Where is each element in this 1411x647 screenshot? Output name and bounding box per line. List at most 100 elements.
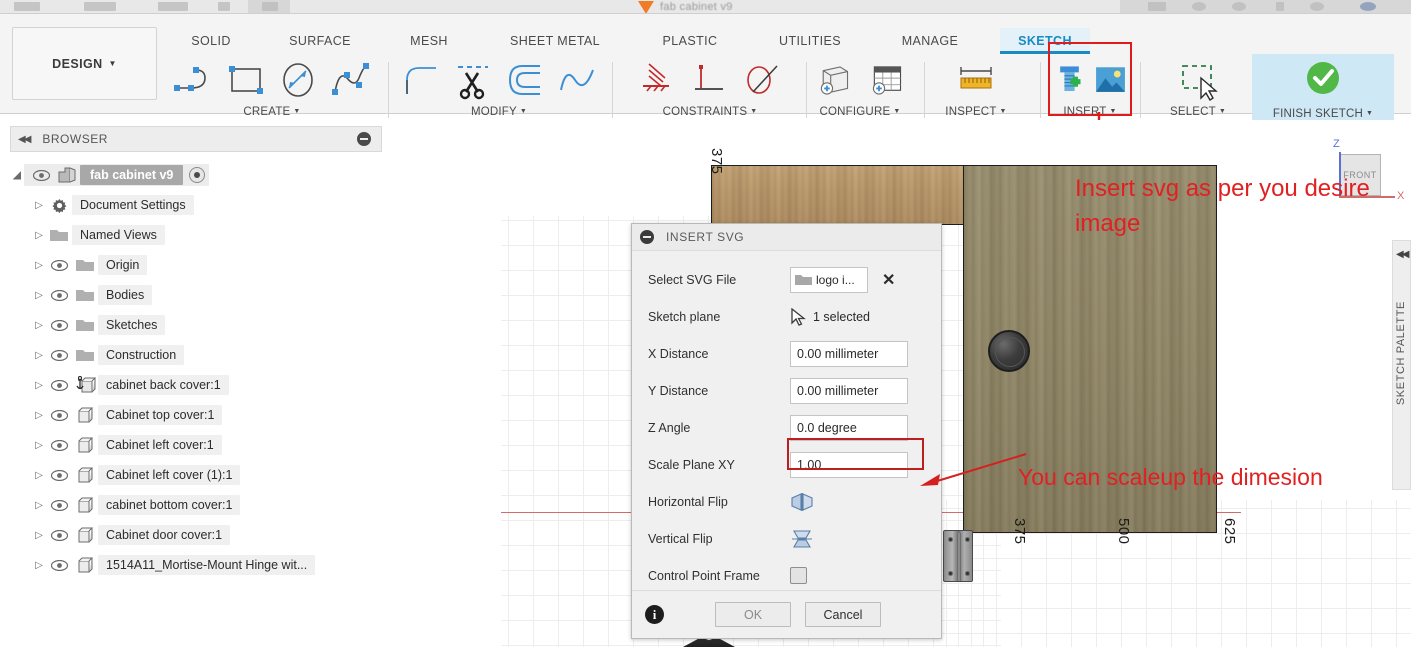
expand-arrow-icon[interactable]: ▷ bbox=[32, 320, 46, 331]
door-knob[interactable] bbox=[988, 330, 1030, 372]
ok-button[interactable]: OK bbox=[715, 602, 791, 627]
tree-item-mortise-mount-hinge[interactable]: ▷ 1514A11_Mortise-Mount Hinge wit... bbox=[10, 550, 382, 580]
select-svg-file-button[interactable]: logo i... bbox=[790, 266, 868, 293]
group-label-constraints[interactable]: CONSTRAINTS ▼ bbox=[620, 106, 800, 118]
circle-tool-icon[interactable] bbox=[275, 58, 321, 102]
scale-plane-xy-input[interactable]: 1.00 bbox=[790, 451, 908, 478]
expand-arrow-icon[interactable]: ▷ bbox=[32, 410, 46, 421]
tree-item-cabinet-left-cover[interactable]: ▷ Cabinet left cover:1 bbox=[10, 430, 382, 460]
expand-arrow-icon[interactable]: ▷ bbox=[32, 440, 46, 451]
expand-arrow-icon[interactable]: ▷ bbox=[32, 380, 46, 391]
trim-scissors-icon[interactable] bbox=[450, 58, 496, 102]
sketch-plane-selector[interactable]: 1 selected bbox=[790, 307, 870, 326]
visibility-eye-icon[interactable] bbox=[46, 259, 72, 271]
tree-item-cabinet-back-cover[interactable]: ▷ cabinet back cover:1 bbox=[10, 370, 382, 400]
expand-arrow-icon[interactable]: ▷ bbox=[32, 500, 46, 511]
expand-arrow-icon[interactable]: ▷ bbox=[32, 560, 46, 571]
tab-manage[interactable]: MANAGE bbox=[878, 28, 982, 54]
group-label-create[interactable]: CREATE ▼ bbox=[164, 106, 380, 118]
dimension-label-375: 375 bbox=[1011, 518, 1028, 545]
ribbon-group-finish-sketch[interactable]: FINISH SKETCH ▼ bbox=[1252, 54, 1394, 128]
constraint-tangent-icon[interactable] bbox=[739, 58, 785, 102]
insert-mcmaster-part-icon[interactable] bbox=[1050, 58, 1089, 102]
visibility-eye-icon[interactable] bbox=[46, 529, 72, 541]
group-label-finish-sketch[interactable]: FINISH SKETCH ▼ bbox=[1252, 108, 1394, 120]
line-tool-icon[interactable] bbox=[171, 58, 217, 102]
tree-item-named-views[interactable]: ▷ Named Views bbox=[10, 220, 382, 250]
group-label-configure[interactable]: CONFIGURE ▼ bbox=[812, 106, 908, 118]
vertical-flip-icon[interactable] bbox=[790, 529, 814, 549]
cabinet-top-cover-panel[interactable] bbox=[711, 165, 964, 225]
measure-ruler-icon[interactable] bbox=[953, 58, 999, 102]
tab-utilities[interactable]: UTILITIES bbox=[756, 28, 864, 54]
z-angle-input[interactable]: 0.0 degree bbox=[790, 414, 908, 441]
expand-arrow-icon[interactable]: ▷ bbox=[32, 470, 46, 481]
expand-arrow-icon[interactable]: ▷ bbox=[32, 260, 46, 271]
offset-tool-icon[interactable] bbox=[502, 58, 548, 102]
tree-item-cabinet-bottom-cover[interactable]: ▷ cabinet bottom cover:1 bbox=[10, 490, 382, 520]
tab-plastic[interactable]: PLASTIC bbox=[638, 28, 742, 54]
group-label-modify[interactable]: MODIFY ▼ bbox=[394, 106, 604, 118]
clear-file-icon[interactable]: ✕ bbox=[882, 270, 895, 290]
visibility-eye-icon[interactable] bbox=[28, 169, 54, 181]
spline-tool-icon[interactable] bbox=[327, 58, 373, 102]
collapse-browser-icon[interactable]: ◀◀ bbox=[18, 134, 31, 145]
visibility-eye-icon[interactable] bbox=[46, 319, 72, 331]
visibility-eye-icon[interactable] bbox=[46, 379, 72, 391]
select-window-icon[interactable] bbox=[1175, 58, 1221, 102]
group-label-select[interactable]: SELECT ▼ bbox=[1148, 106, 1248, 118]
tab-surface[interactable]: SURFACE bbox=[266, 28, 374, 54]
insert-image-icon[interactable] bbox=[1091, 58, 1130, 102]
insert-svg-dialog[interactable]: INSERT SVG Select SVG File logo i... ✕ S… bbox=[631, 223, 942, 639]
folder-icon bbox=[72, 318, 98, 332]
sketch-palette-rail[interactable]: ◀◀ SKETCH PALETTE bbox=[1392, 240, 1411, 490]
x-distance-input[interactable]: 0.00 millimeter bbox=[790, 340, 908, 367]
tree-item-origin[interactable]: ▷ Origin bbox=[10, 250, 382, 280]
visibility-eye-icon[interactable] bbox=[46, 289, 72, 301]
tab-solid[interactable]: SOLID bbox=[170, 28, 252, 54]
tab-mesh[interactable]: MESH bbox=[388, 28, 470, 54]
tree-root-fab-cabinet[interactable]: ◢ fab cabinet v9 bbox=[10, 160, 382, 190]
visibility-eye-icon[interactable] bbox=[46, 559, 72, 571]
expand-arrow-icon[interactable]: ▷ bbox=[32, 530, 46, 541]
mortise-mount-hinge[interactable] bbox=[943, 530, 973, 582]
rectangle-tool-icon[interactable] bbox=[223, 58, 269, 102]
tab-label: UTILITIES bbox=[779, 34, 841, 48]
tree-item-cabinet-top-cover[interactable]: ▷ Cabinet top cover:1 bbox=[10, 400, 382, 430]
visibility-eye-icon[interactable] bbox=[46, 499, 72, 511]
curvature-tool-icon[interactable] bbox=[554, 58, 600, 102]
y-distance-input[interactable]: 0.00 millimeter bbox=[790, 377, 908, 404]
horizontal-flip-icon[interactable] bbox=[790, 492, 814, 512]
activate-component-radio[interactable] bbox=[189, 167, 206, 183]
constraint-fix-icon[interactable] bbox=[635, 58, 681, 102]
expand-palette-icon[interactable]: ◀◀ bbox=[1396, 249, 1409, 260]
cancel-button[interactable]: Cancel bbox=[805, 602, 881, 627]
expand-arrow-icon[interactable]: ◢ bbox=[10, 170, 24, 181]
expand-arrow-icon[interactable]: ▷ bbox=[32, 290, 46, 301]
control-point-frame-checkbox[interactable] bbox=[790, 567, 807, 584]
configure-part-icon[interactable] bbox=[812, 58, 855, 102]
expand-arrow-icon[interactable]: ▷ bbox=[32, 200, 46, 211]
tree-item-bodies[interactable]: ▷ Bodies bbox=[10, 280, 382, 310]
tab-sketch[interactable]: SKETCH bbox=[1000, 28, 1090, 54]
tree-item-label: Document Settings bbox=[72, 195, 194, 215]
expand-arrow-icon[interactable]: ▷ bbox=[32, 230, 46, 241]
configure-table-icon[interactable] bbox=[865, 58, 908, 102]
constraint-perpendicular-icon[interactable] bbox=[687, 58, 733, 102]
dialog-minimize-icon[interactable] bbox=[640, 230, 654, 244]
tree-item-cabinet-door-cover[interactable]: ▷ Cabinet door cover:1 bbox=[10, 520, 382, 550]
visibility-eye-icon[interactable] bbox=[46, 439, 72, 451]
expand-arrow-icon[interactable]: ▷ bbox=[32, 350, 46, 361]
visibility-eye-icon[interactable] bbox=[46, 409, 72, 421]
tree-item-construction[interactable]: ▷ Construction bbox=[10, 340, 382, 370]
browser-minimize-icon[interactable] bbox=[357, 132, 371, 146]
fillet-tool-icon[interactable] bbox=[398, 58, 444, 102]
tree-item-cabinet-left-cover-1[interactable]: ▷ Cabinet left cover (1):1 bbox=[10, 460, 382, 490]
visibility-eye-icon[interactable] bbox=[46, 469, 72, 481]
visibility-eye-icon[interactable] bbox=[46, 349, 72, 361]
tree-item-sketches[interactable]: ▷ Sketches bbox=[10, 310, 382, 340]
info-icon[interactable]: i bbox=[645, 605, 664, 624]
group-label-inspect[interactable]: INSPECT ▼ bbox=[930, 106, 1022, 118]
tree-item-document-settings[interactable]: ▷ Document Settings bbox=[10, 190, 382, 220]
tab-sheet-metal[interactable]: SHEET METAL bbox=[484, 28, 626, 54]
